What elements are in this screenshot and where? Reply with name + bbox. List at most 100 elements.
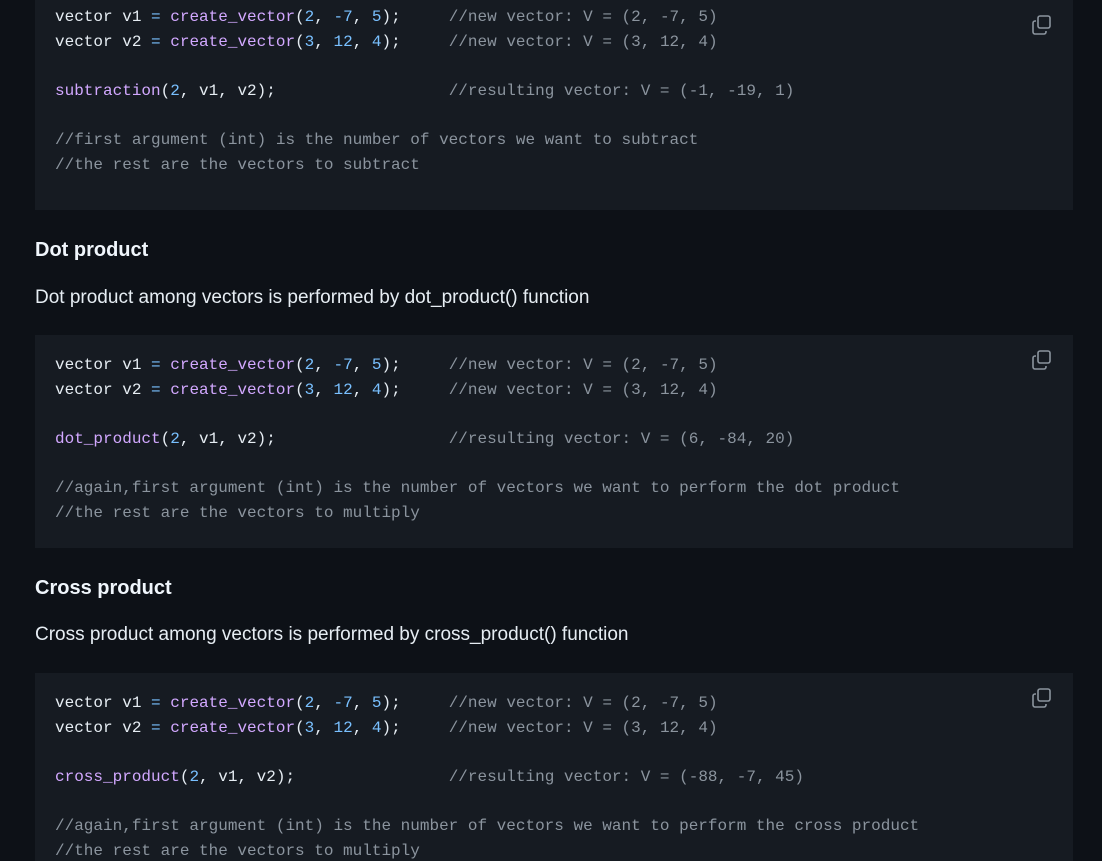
code-comment: //the rest are the vectors to multiply [55,503,420,522]
code-comment: //the rest are the vectors to multiply [55,841,420,860]
code-text: , v1, v2); [179,81,449,100]
code-line: cross_product(2, v1, v2); //resulting ve… [55,765,1053,790]
code-comment: //new vector: V = (2, -7, 5) [448,356,718,374]
code-text: , [352,380,372,399]
code-text: , [352,32,372,51]
code-text: , v1, v2); [179,429,449,448]
code-text: , [352,356,372,374]
code-text: ( [295,694,305,712]
copy-icon [1032,15,1051,35]
code-text: , [314,356,334,374]
code-number: 2 [189,767,200,786]
code-text: ( [295,718,305,737]
code-line: //the rest are the vectors to multiply [55,839,1053,861]
readme-page: vector v1 = create_vector(2, -7, 5); //n… [0,0,1102,861]
code-number: 4 [371,380,382,399]
code-line: vector v2 = create_vector(3, 12, 4); //n… [55,30,1053,55]
code-comment: //resulting vector: V = (6, -84, 20) [448,429,795,448]
code-block-dot-product[interactable]: vector v1 = create_vector(2, -7, 5); //n… [35,335,1073,548]
code-text: , [314,380,334,399]
code-comment: //resulting vector: V = (-88, -7, 45) [448,767,804,786]
code-comment: //resulting vector: V = (-1, -19, 1) [448,81,795,100]
code-line: //the rest are the vectors to subtract [55,153,1053,178]
copy-icon [1032,350,1051,370]
code-text: , [352,8,372,26]
code-line: //again,first argument (int) is the numb… [55,476,1053,501]
copy-button[interactable] [1031,14,1053,36]
code-number: 3 [304,718,315,737]
code-number: 2 [304,8,315,26]
code-line: vector v1 = create_vector(2, -7, 5); //n… [55,691,1053,716]
code-comment: //first argument (int) is the number of … [55,130,699,149]
code-text: ); [381,32,449,51]
code-text: ( [160,429,171,448]
code-text: vector v2 [55,380,152,399]
copy-icon [1032,688,1051,708]
code-function: create_vector [170,380,296,399]
code-number: 2 [304,356,315,374]
code-operator: = [151,380,161,399]
code-number: 4 [371,718,382,737]
code-line: //again,first argument (int) is the numb… [55,814,1053,839]
code-comment: //new vector: V = (2, -7, 5) [448,694,718,712]
code-line: dot_product(2, v1, v2); //resulting vect… [55,427,1053,452]
copy-button[interactable] [1031,687,1053,709]
code-function: dot_product [55,429,161,448]
code-text: , [352,718,372,737]
code-number: -7 [333,694,353,712]
code-number: 5 [371,356,382,374]
code-comment: //new vector: V = (3, 12, 4) [448,32,718,51]
code-text: vector v2 [55,32,152,51]
copy-button[interactable] [1031,349,1053,371]
code-text: ); [381,8,449,26]
code-text: ); [381,356,449,374]
code-operator: = [151,8,161,26]
code-text: ( [295,380,305,399]
code-lines: vector v1 = create_vector(2, -7, 5); //n… [55,691,1053,861]
code-number: 5 [371,694,382,712]
paragraph-cross-product: Cross product among vectors is performed… [35,624,629,645]
code-number: 12 [333,380,353,399]
code-text: vector v1 [55,356,152,374]
code-operator: = [151,32,161,51]
code-comment: //new vector: V = (3, 12, 4) [448,718,718,737]
code-operator: = [151,356,161,374]
code-text: vector v1 [55,694,152,712]
code-comment: //again,first argument (int) is the numb… [55,816,920,835]
code-operator: = [151,694,161,712]
code-text: ( [295,356,305,374]
code-text: , [314,8,334,26]
code-number: 12 [333,32,353,51]
code-number: -7 [333,8,353,26]
code-text: ); [381,718,449,737]
code-number: 2 [170,81,180,100]
code-block-subtraction[interactable]: vector v1 = create_vector(2, -7, 5); //n… [35,0,1073,210]
code-line: vector v1 = create_vector(2, -7, 5); //n… [55,5,1053,30]
code-text: ); [381,380,449,399]
code-text: , [314,32,334,51]
code-block-cross-product[interactable]: vector v1 = create_vector(2, -7, 5); //n… [35,673,1073,861]
code-number: 4 [371,32,382,51]
code-comment: //new vector: V = (3, 12, 4) [448,380,718,399]
code-function: create_vector [170,8,296,26]
code-number: 2 [304,694,315,712]
code-line: vector v2 = create_vector(3, 12, 4); //n… [55,378,1053,403]
code-function: cross_product [55,767,180,786]
code-function: create_vector [170,32,296,51]
code-text: ( [295,32,305,51]
code-function: create_vector [170,718,296,737]
code-text: , [314,718,334,737]
code-text: , v1, v2); [199,767,449,786]
heading-dot-product: Dot product [35,239,149,261]
code-function: subtraction [55,81,161,100]
code-line: //the rest are the vectors to multiply [55,501,1053,526]
code-function: create_vector [170,694,296,712]
code-line: subtraction(2, v1, v2); //resulting vect… [55,79,1053,104]
